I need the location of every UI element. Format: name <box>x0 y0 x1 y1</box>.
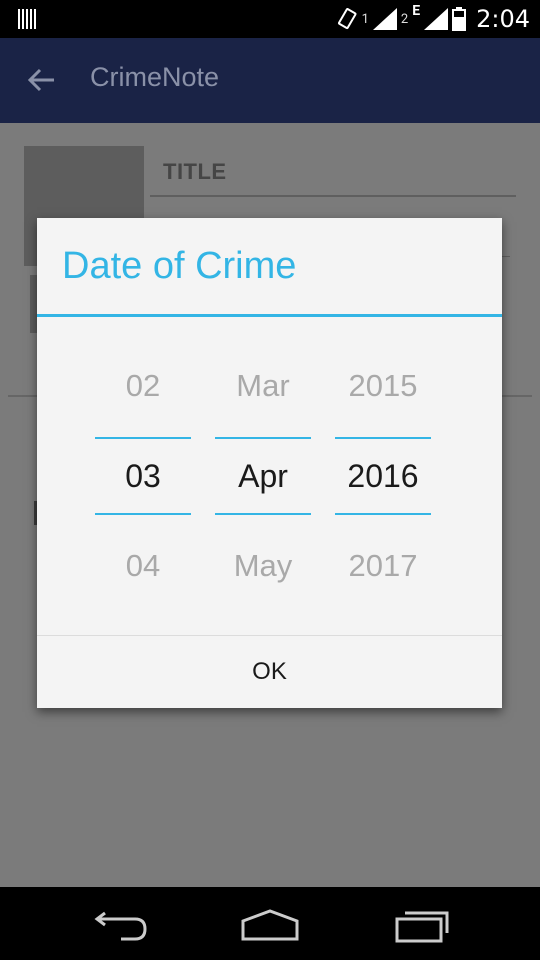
status-bar: 1 2 E 2:04 <box>0 0 540 38</box>
month-next[interactable]: May <box>215 548 311 584</box>
dialog-title: Date of Crime <box>62 245 297 287</box>
battery-icon <box>452 7 467 31</box>
year-selection-bottom <box>335 513 431 515</box>
month-selection-top <box>215 437 311 439</box>
dialog-title-divider <box>37 314 502 317</box>
year-current[interactable]: 2016 <box>335 458 431 495</box>
back-icon[interactable] <box>85 905 155 945</box>
day-selection-top <box>95 437 191 439</box>
title-underline <box>150 195 516 197</box>
app-bar: CrimeNote <box>0 38 540 123</box>
day-picker[interactable]: 02 03 04 <box>95 348 191 618</box>
day-prev[interactable]: 02 <box>95 368 191 404</box>
ok-button[interactable]: OK <box>37 636 502 708</box>
year-next[interactable]: 2017 <box>335 548 431 584</box>
barcode-icon <box>18 9 36 29</box>
month-picker[interactable]: Mar Apr May <box>215 348 311 618</box>
recents-icon[interactable] <box>385 905 455 945</box>
home-icon[interactable] <box>235 905 305 945</box>
day-next[interactable]: 04 <box>95 548 191 584</box>
sim1-label: 1 <box>361 11 369 27</box>
signal-icon <box>424 8 449 30</box>
arrow-left-icon[interactable] <box>26 64 58 96</box>
navigation-bar <box>0 887 540 960</box>
day-current[interactable]: 03 <box>95 458 191 495</box>
network-type-label: E <box>412 3 421 19</box>
month-prev[interactable]: Mar <box>215 368 311 404</box>
sim2-label: 2 <box>400 11 409 27</box>
year-prev[interactable]: 2015 <box>335 368 431 404</box>
month-current[interactable]: Apr <box>215 458 311 495</box>
clock: 2:04 <box>476 5 530 33</box>
date-picker-dialog: Date of Crime 02 03 04 Mar Apr May 2015 … <box>37 218 502 708</box>
app-title: CrimeNote <box>90 62 220 92</box>
signal-icon <box>372 8 397 30</box>
year-picker[interactable]: 2015 2016 2017 <box>335 348 431 618</box>
month-selection-bottom <box>215 513 311 515</box>
day-selection-bottom <box>95 513 191 515</box>
vibrate-icon <box>337 8 357 30</box>
title-label: TITLE <box>163 159 227 184</box>
year-selection-top <box>335 437 431 439</box>
